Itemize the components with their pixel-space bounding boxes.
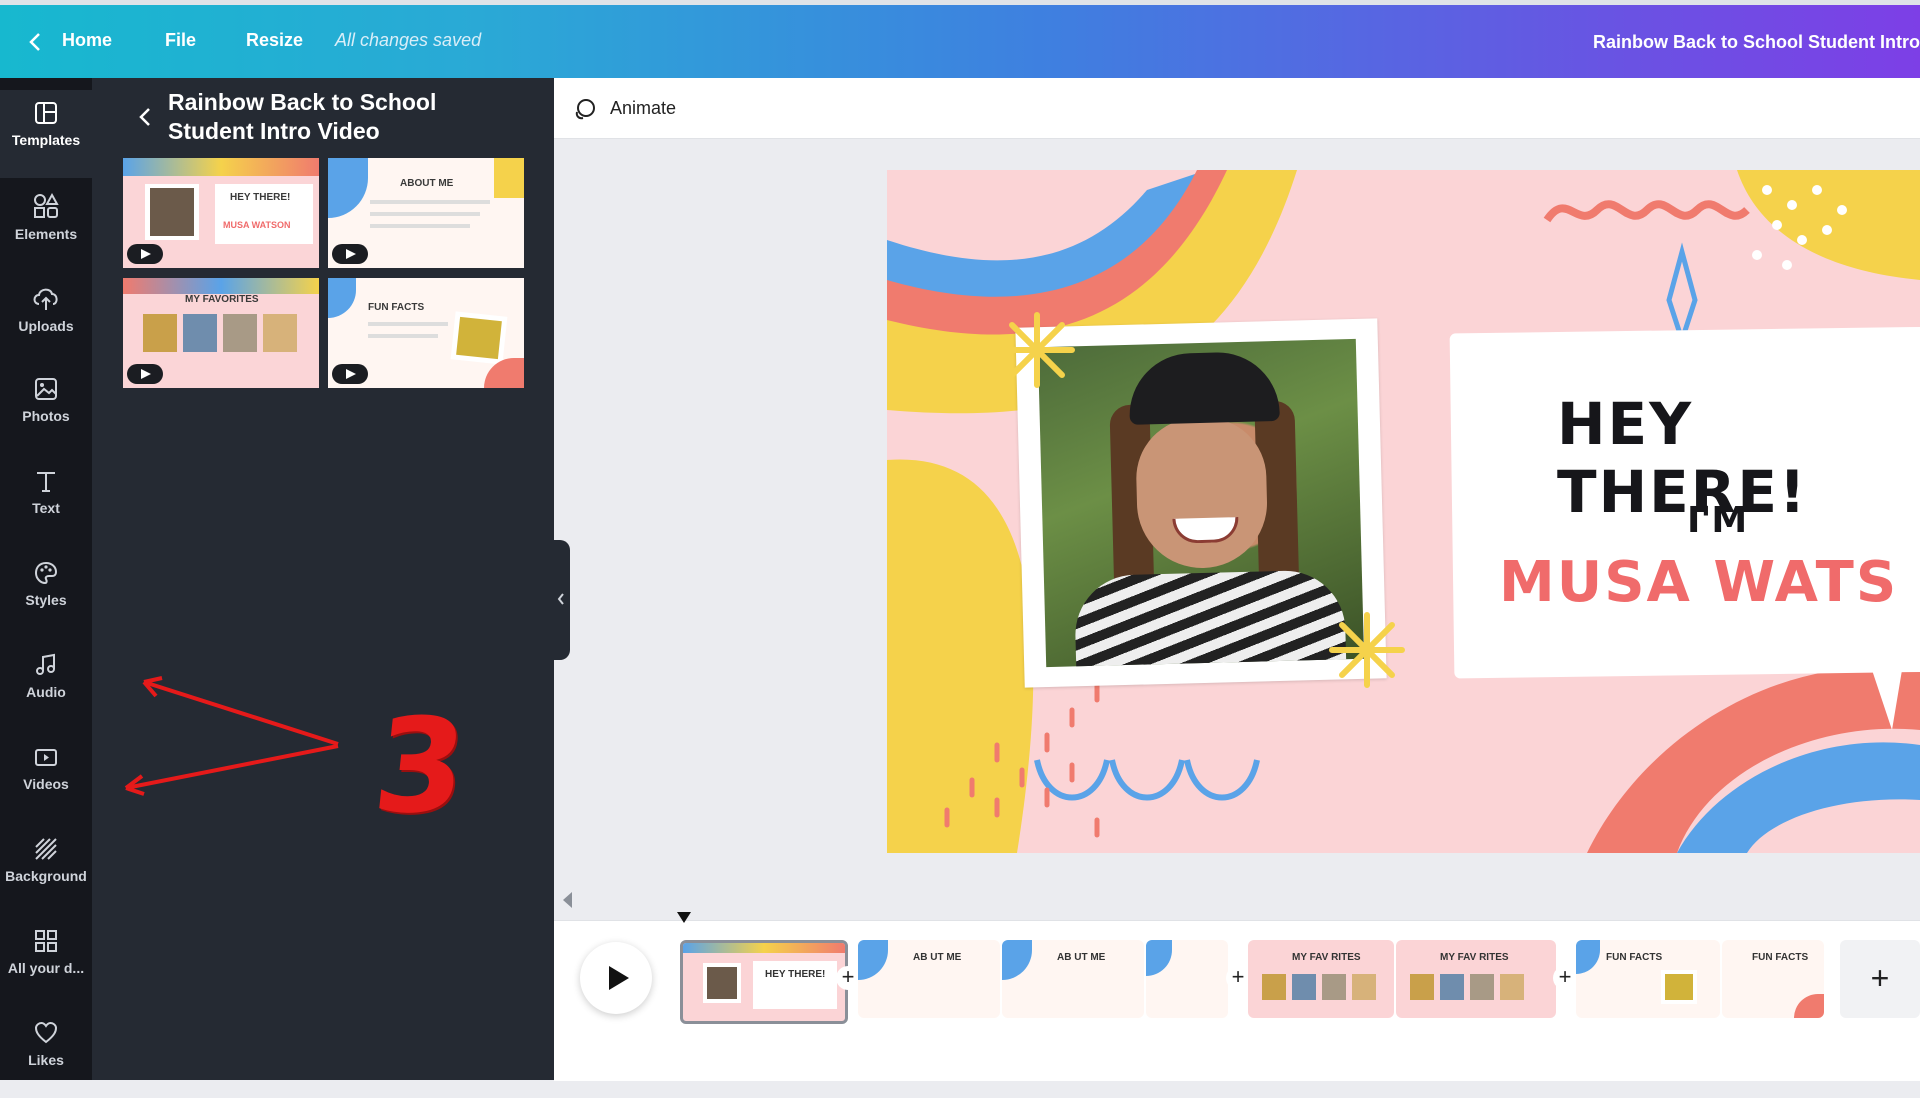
save-status: All changes saved (335, 30, 482, 50)
rail-item-text[interactable]: Text (0, 458, 92, 546)
timeline-clip[interactable]: AB UT ME (858, 940, 1000, 1018)
annotation-number: 3 (367, 690, 474, 842)
add-transition-button[interactable]: + (1226, 966, 1250, 990)
side-rail: Templates Elements Uploads Photos Text S… (0, 78, 92, 1080)
template-thumbnail[interactable]: FUN FACTS (328, 278, 524, 388)
panel-back-chevron-icon[interactable] (138, 106, 152, 133)
slide-intro-text[interactable]: I'M (1687, 500, 1747, 541)
rail-item-elements[interactable]: Elements (0, 182, 92, 270)
rail-label: Elements (14, 226, 78, 242)
text-icon (37, 472, 55, 492)
timeline-scroll-left-icon[interactable] (563, 892, 572, 908)
rail-label: All your d... (7, 960, 85, 976)
profile-photo (1037, 338, 1365, 668)
grid-icon (35, 930, 57, 952)
timeline-clip[interactable]: MY FAV RITES (1248, 940, 1394, 1018)
template-thumbnail[interactable]: MY FAVORITES (123, 278, 319, 388)
template-thumbnail[interactable]: ABOUT ME (328, 158, 524, 268)
playhead-marker-icon[interactable] (677, 912, 691, 923)
clip-caption: AB UT ME (913, 952, 962, 963)
rail-item-likes[interactable]: Likes (0, 1010, 92, 1098)
upload-cloud-icon (33, 288, 58, 310)
rail-label: Audio (26, 684, 66, 700)
timeline-clip[interactable]: AB UT ME (1002, 940, 1144, 1018)
play-badge-icon (332, 364, 368, 384)
timeline-clip[interactable]: FUN FACTS (1722, 940, 1824, 1018)
play-badge-icon (127, 364, 163, 384)
video-icon (35, 749, 57, 766)
rail-label: Background (5, 868, 87, 884)
add-transition-button[interactable]: + (1553, 966, 1577, 990)
rail-label: Text (32, 500, 60, 516)
rail-label: Uploads (18, 318, 74, 334)
music-note-icon (36, 653, 55, 675)
sparkle-icon (1329, 612, 1405, 688)
resize-button[interactable]: Resize (246, 30, 303, 51)
play-button[interactable] (580, 942, 652, 1014)
rail-label: Videos (23, 776, 69, 792)
slide-name-text[interactable]: MUSA WATS N (1499, 550, 1920, 615)
rail-label: Photos (22, 408, 70, 424)
thumbnail-caption: FUN FACTS (368, 302, 425, 313)
file-menu-button[interactable]: File (165, 30, 196, 51)
clip-caption: HEY THERE! (765, 969, 826, 980)
rail-item-templates[interactable]: Templates (0, 90, 92, 178)
panel-collapse-handle[interactable] (554, 540, 570, 660)
collapse-chevron-icon (557, 593, 564, 605)
rail-label: Likes (28, 1052, 64, 1068)
background-hatch-icon (35, 838, 57, 860)
play-badge-icon (127, 244, 163, 264)
thumbnail-caption: MY FAVORITES (185, 294, 259, 305)
rail-label: Styles (25, 592, 67, 608)
rail-item-videos[interactable]: Videos (0, 734, 92, 822)
rail-item-background[interactable]: Background (0, 826, 92, 914)
top-border (0, 0, 1920, 5)
editor-toolbar (554, 78, 1920, 139)
document-title[interactable]: Rainbow Back to School Student Intro (1593, 32, 1920, 53)
back-chevron-icon[interactable] (28, 32, 42, 57)
clip-caption: MY FAV RITES (1292, 952, 1361, 963)
add-transition-button[interactable]: + (836, 966, 860, 990)
panel-title: Rainbow Back to School Student Intro Vid… (168, 89, 437, 144)
rail-item-uploads[interactable]: Uploads (0, 274, 92, 362)
rail-item-styles[interactable]: Styles (0, 550, 92, 638)
clip-caption: MY FAV RITES (1440, 952, 1509, 963)
rail-item-all-your-designs[interactable]: All your d... (0, 918, 92, 1006)
timeline-clip[interactable] (1146, 940, 1228, 1018)
template-thumbnail[interactable]: HEY THERE! MUSA WATSON (123, 158, 319, 268)
templates-icon (35, 102, 57, 124)
play-badge-icon (332, 244, 368, 264)
rail-label: Templates (11, 132, 81, 148)
slide-canvas[interactable]: HEY THERE! I'M MUSA WATS N (887, 170, 1920, 853)
rail-item-photos[interactable]: Photos (0, 366, 92, 454)
home-button[interactable]: Home (62, 30, 112, 51)
photo-icon (35, 378, 57, 400)
annotation-arrows (124, 676, 339, 796)
thumbnail-caption: HEY THERE! (230, 192, 291, 203)
animate-icon[interactable] (572, 96, 598, 127)
heart-icon (34, 1021, 58, 1044)
clip-caption: FUN FACTS (1752, 952, 1809, 963)
sparkle-icon (999, 312, 1075, 388)
palette-icon (34, 561, 58, 585)
speech-bubble-tail (1872, 670, 1902, 730)
elements-icon (34, 192, 59, 218)
clip-caption: FUN FACTS (1606, 952, 1663, 963)
animate-button[interactable]: Animate (610, 98, 676, 119)
rail-item-audio[interactable]: Audio (0, 642, 92, 730)
timeline-clip[interactable]: MY FAV RITES (1396, 940, 1556, 1018)
add-page-button[interactable]: + (1840, 940, 1920, 1018)
clip-caption: AB UT ME (1057, 952, 1106, 963)
timeline-clip[interactable]: FUN FACTS (1576, 940, 1720, 1018)
thumbnail-caption: ABOUT ME (400, 178, 454, 189)
timeline-clip[interactable]: HEY THERE! (680, 940, 848, 1024)
